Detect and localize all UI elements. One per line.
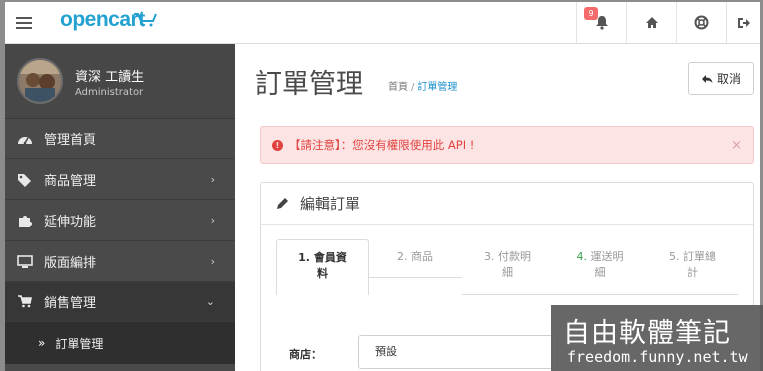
sidebar-item-orders[interactable]: » 訂單管理 (5, 322, 235, 364)
sidebar-item-label: 管理首頁 (44, 133, 97, 148)
chevron-right-icon: › (210, 255, 215, 268)
chevron-down-icon: ⌄ (205, 295, 215, 308)
cancel-button[interactable]: 取消 (688, 62, 754, 95)
double-chevron-icon: » (38, 336, 46, 350)
tab-payment[interactable]: 3. 付款明 細 (461, 239, 554, 295)
watermark-url: freedom.funny.net.tw (567, 348, 748, 366)
cart-icon (17, 294, 33, 310)
alert-message: 【請注意】：您沒有權限使用此 API ! (289, 138, 475, 152)
panel-title: 編輯訂單 (300, 195, 361, 213)
home-icon (645, 17, 658, 28)
breadcrumb: 首頁 / 訂單管理 (388, 82, 458, 93)
sidebar-item-label: 版面編排 (44, 256, 97, 271)
top-header: opencart 9 (5, 2, 760, 44)
error-alert: ! 【請注意】：您沒有權限使用此 API ! × (260, 126, 754, 164)
alerts-button[interactable]: 9 (576, 2, 626, 43)
puzzle-icon (17, 213, 33, 229)
user-profile[interactable]: 資深 工讀生 Administrator (5, 44, 235, 119)
site-watermark: 自由軟體筆記 freedom.funny.net.tw (551, 305, 763, 371)
chevron-right-icon: › (210, 214, 215, 227)
tags-icon (17, 172, 33, 188)
sidebar-item-design[interactable]: 版面編排 › (5, 242, 235, 282)
tab-customer[interactable]: 1. 會員資 料 (276, 239, 369, 295)
menu-toggle-button[interactable] (5, 2, 43, 43)
tab-products[interactable]: 2. 商品 (369, 239, 461, 295)
panel-heading: 編輯訂單 (261, 183, 753, 225)
watermark-title: 自由軟體筆記 (563, 318, 731, 349)
desktop-icon (17, 254, 33, 270)
sign-out-icon (737, 17, 750, 28)
page-title: 訂單管理 (255, 69, 363, 100)
reply-icon (701, 74, 713, 83)
cancel-label: 取消 (716, 72, 741, 86)
tab-divider (369, 277, 462, 278)
store-select[interactable]: 預設 (358, 335, 558, 369)
user-role: Administrator (75, 87, 144, 98)
sidebar: 資深 工讀生 Administrator 管理首頁 商品管理 › 延伸功能 › … (5, 44, 235, 371)
logout-button[interactable] (726, 2, 760, 43)
chevron-right-icon: › (210, 173, 215, 186)
sidebar-item-dashboard[interactable]: 管理首頁 (5, 119, 235, 159)
opencart-logo[interactable]: opencart (60, 8, 145, 38)
sidebar-item-extension[interactable]: 延伸功能 › (5, 201, 235, 241)
tab-shipping[interactable]: 4. 運送明 細 (554, 239, 646, 295)
sidebar-item-catalog[interactable]: 商品管理 › (5, 160, 235, 200)
alert-count-badge: 9 (584, 7, 598, 20)
tab-divider (462, 294, 738, 295)
life-ring-icon (694, 15, 709, 30)
dashboard-icon (17, 131, 33, 147)
user-name: 資深 工讀生 (75, 70, 145, 85)
cart-logo-icon (134, 13, 157, 27)
avatar (17, 58, 63, 104)
sidebar-item-sale[interactable]: 銷售管理 ⌄ (5, 282, 235, 322)
support-button[interactable] (676, 2, 726, 43)
sidebar-item-label: 延伸功能 (44, 215, 97, 230)
store-label: 商店： (289, 348, 322, 361)
exclamation-circle-icon: ! (272, 139, 283, 151)
menu-toggle-icon (16, 16, 32, 29)
home-button[interactable] (626, 2, 676, 43)
sidebar-item-label: 商品管理 (44, 174, 97, 189)
pencil-icon (277, 198, 288, 209)
breadcrumb-home[interactable]: 首頁 (388, 82, 408, 93)
tab-totals[interactable]: 5. 訂單總 計 (646, 239, 739, 295)
close-icon[interactable]: × (731, 138, 742, 153)
breadcrumb-current[interactable]: 訂單管理 (417, 82, 457, 93)
sidebar-item-label: 訂單管理 (55, 336, 104, 351)
sidebar-item-label: 銷售管理 (44, 296, 97, 311)
